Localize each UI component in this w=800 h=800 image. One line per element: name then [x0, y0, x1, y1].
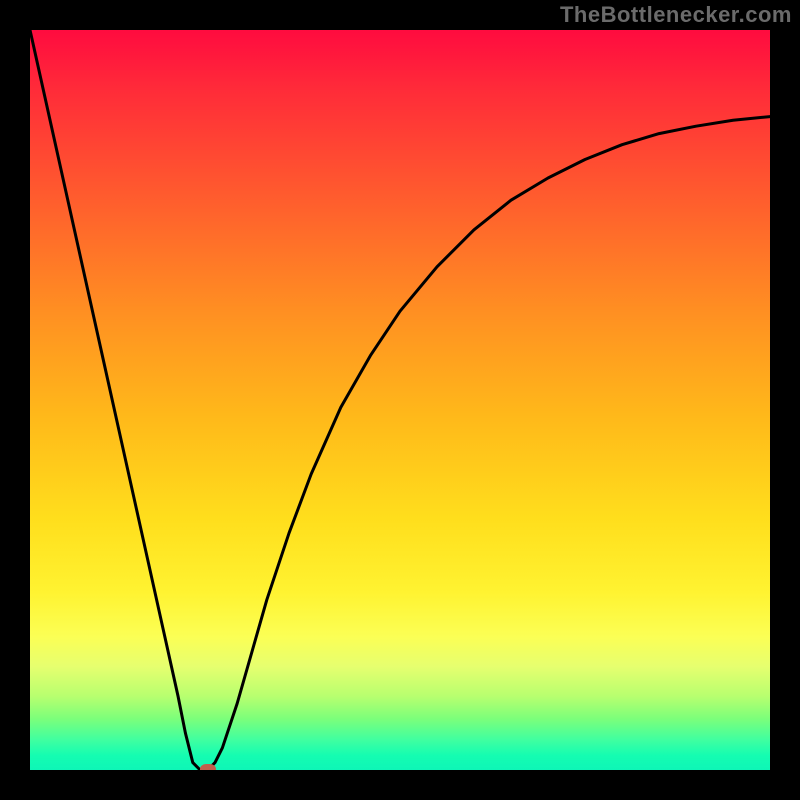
bottleneck-curve — [30, 30, 770, 770]
chart-frame: TheBottlenecker.com — [0, 0, 800, 800]
current-point-marker[interactable] — [200, 764, 216, 770]
curve-path — [30, 30, 770, 770]
watermark-text: TheBottlenecker.com — [560, 2, 792, 28]
plot-area — [30, 30, 770, 770]
